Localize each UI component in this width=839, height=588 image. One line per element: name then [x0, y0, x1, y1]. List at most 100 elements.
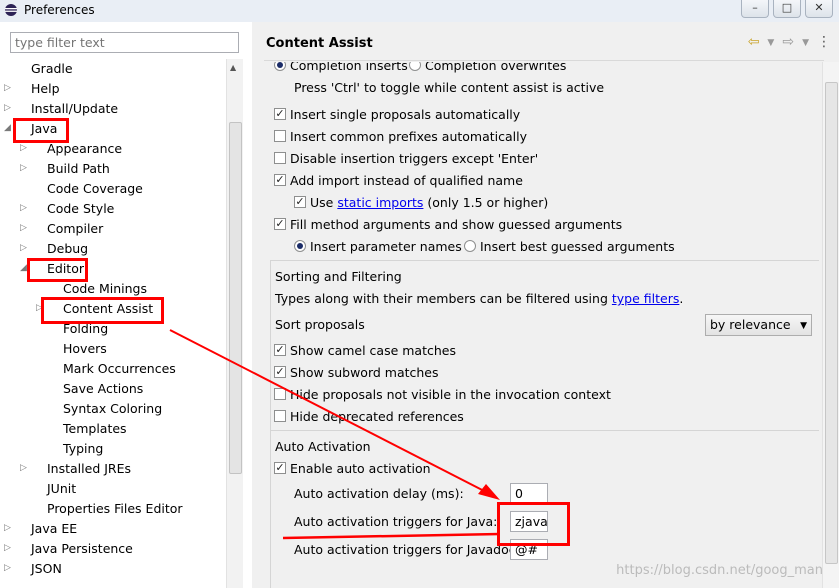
page-title: Content Assist	[266, 36, 373, 51]
forward-arrow-icon[interactable]: ⇨	[782, 34, 794, 52]
tree-item-gradle[interactable]: Gradle	[18, 59, 73, 79]
hide-invisible-checkbox[interactable]	[274, 388, 286, 400]
maximize-button[interactable]: □	[773, 0, 801, 18]
activation-delay-label: Auto activation delay (ms):	[294, 486, 464, 501]
watermark: https://blog.csdn.net/goog_man	[616, 563, 823, 578]
tree-item-installed-jres[interactable]: ▷ Installed JREs	[20, 459, 132, 479]
highlight-java	[13, 118, 69, 143]
expand-icon[interactable]: ▷	[20, 164, 29, 173]
disable-triggers-label: Disable insertion triggers except 'Enter…	[290, 151, 539, 166]
use-static-imports-checkbox[interactable]: ✓	[294, 196, 306, 208]
back-menu-chevron-icon[interactable]: ▼	[767, 34, 774, 52]
tree-item-label: Installed JREs	[47, 461, 132, 476]
insert-single-checkbox[interactable]: ✓	[274, 108, 286, 120]
tree-item-label: Help	[31, 81, 60, 96]
tree-item-label: Code Coverage	[47, 181, 143, 196]
expand-icon[interactable]: ▷	[20, 464, 29, 473]
tree-scrollbar[interactable]: ▲	[226, 59, 243, 588]
expand-icon[interactable]: ▷	[4, 84, 13, 93]
type-filters-link[interactable]: type filters	[612, 291, 680, 306]
tree-item-label: JSON	[31, 561, 62, 576]
tree-item-save-actions[interactable]: Save Actions	[50, 379, 143, 399]
insert-common-checkbox[interactable]	[274, 130, 286, 142]
type-filters-period: .	[679, 291, 684, 306]
expand-icon[interactable]: ▷	[20, 144, 29, 153]
expand-icon[interactable]: ▷	[4, 104, 13, 113]
completion-overwrites-radio[interactable]	[409, 62, 421, 71]
forward-menu-chevron-icon[interactable]: ▼	[802, 34, 809, 52]
expand-icon[interactable]: ▷	[4, 564, 13, 573]
tree-item-templates[interactable]: Templates	[50, 419, 127, 439]
title-bar: Preferences – □ ✕	[0, 0, 839, 23]
hide-deprecated-checkbox[interactable]	[274, 410, 286, 422]
tree-item-code-minings[interactable]: Code Minings	[50, 279, 147, 299]
tree-item-build-path[interactable]: ▷ Build Path	[20, 159, 110, 179]
tree-item-label: Properties Files Editor	[47, 501, 183, 516]
add-import-checkbox[interactable]: ✓	[274, 174, 286, 186]
tree-item-help[interactable]: ▷ Help	[4, 79, 60, 99]
tree-item-label: JUnit	[47, 481, 77, 496]
tree-item-json[interactable]: ▷ JSON	[4, 559, 62, 579]
disable-triggers-checkbox[interactable]	[274, 152, 286, 164]
settings-scrollbar[interactable]	[822, 62, 839, 588]
tree-item-label: Compiler	[47, 221, 104, 236]
tree-item-code-style[interactable]: ▷ Code Style	[20, 199, 115, 219]
subword-checkbox[interactable]: ✓	[274, 366, 286, 378]
insert-best-guessed-radio[interactable]	[464, 240, 476, 252]
camel-case-checkbox[interactable]: ✓	[274, 344, 286, 356]
tree-item-label: Templates	[63, 421, 127, 436]
highlight-content-assist	[41, 297, 164, 324]
tree-item-java-persistence[interactable]: ▷ Java Persistence	[4, 539, 133, 559]
tree-item-label: Code Minings	[63, 281, 147, 296]
back-arrow-icon[interactable]: ⇦	[748, 34, 760, 52]
eclipse-app-icon	[5, 4, 17, 16]
java-triggers-label: Auto activation triggers for Java:	[294, 514, 498, 529]
expand-icon[interactable]: ▷	[20, 224, 29, 233]
insert-best-guessed-label: Insert best guessed arguments	[480, 239, 675, 254]
tree-item-junit[interactable]: JUnit	[34, 479, 76, 499]
sort-proposals-value: by relevance	[710, 317, 791, 332]
view-menu-icon[interactable]: ⋮	[817, 34, 831, 52]
insert-common-label: Insert common prefixes automatically	[290, 129, 528, 144]
tree-item-properties-files-editor[interactable]: Properties Files Editor	[34, 499, 183, 519]
use-label: Use	[310, 195, 334, 210]
tree-item-hovers[interactable]: Hovers	[50, 339, 107, 359]
collapse-icon[interactable]: ◢	[4, 124, 13, 133]
completion-inserts-radio[interactable]	[274, 62, 286, 71]
fill-arguments-checkbox[interactable]: ✓	[274, 218, 286, 230]
close-button[interactable]: ✕	[805, 0, 833, 18]
tree-item-debug[interactable]: ▷ Debug	[20, 239, 88, 259]
expand-icon[interactable]: ▷	[4, 544, 13, 553]
enable-auto-activation-checkbox[interactable]: ✓	[274, 462, 286, 474]
expand-icon[interactable]: ▷	[20, 204, 29, 213]
insert-single-label: Insert single proposals automatically	[290, 107, 521, 122]
insert-parameter-names-radio[interactable]	[294, 240, 306, 252]
subword-label: Show subword matches	[290, 365, 439, 380]
expand-icon[interactable]: ▷	[4, 524, 13, 533]
tree-item-mark-occurrences[interactable]: Mark Occurrences	[50, 359, 176, 379]
settings-scrollbar-thumb[interactable]	[825, 82, 838, 564]
filter-input[interactable]	[10, 32, 239, 53]
tree-item-typing[interactable]: Typing	[50, 439, 103, 459]
expand-icon[interactable]: ▷	[20, 244, 29, 253]
tree-item-label: Code Style	[47, 201, 115, 216]
tree-item-compiler[interactable]: ▷ Compiler	[20, 219, 104, 239]
tree-item-java-ee[interactable]: ▷ Java EE	[4, 519, 78, 539]
activation-delay-input[interactable]: 0	[510, 483, 548, 504]
minimize-button[interactable]: –	[741, 0, 769, 18]
fill-arguments-label: Fill method arguments and show guessed a…	[290, 217, 623, 232]
add-import-label: Add import instead of qualified name	[290, 173, 523, 188]
static-imports-link[interactable]: static imports	[337, 195, 423, 210]
tree-scrollbar-thumb[interactable]	[229, 122, 242, 474]
tree-item-label: Appearance	[47, 141, 123, 156]
tree-item-install-update[interactable]: ▷ Install/Update	[4, 99, 119, 119]
tree-item-label: Install/Update	[31, 101, 119, 116]
tree-item-label: Gradle	[31, 61, 73, 76]
sort-proposals-select[interactable]: by relevance ▼	[705, 314, 812, 336]
tree-item-code-coverage[interactable]: Code Coverage	[34, 179, 143, 199]
scroll-up-icon[interactable]: ▲	[230, 63, 236, 72]
chevron-down-icon: ▼	[800, 321, 807, 331]
completion-mode-row: Completion inserts Completion overwrites	[274, 62, 566, 76]
tree-item-syntax-coloring[interactable]: Syntax Coloring	[50, 399, 162, 419]
tree-item-label: Java EE	[31, 521, 78, 536]
